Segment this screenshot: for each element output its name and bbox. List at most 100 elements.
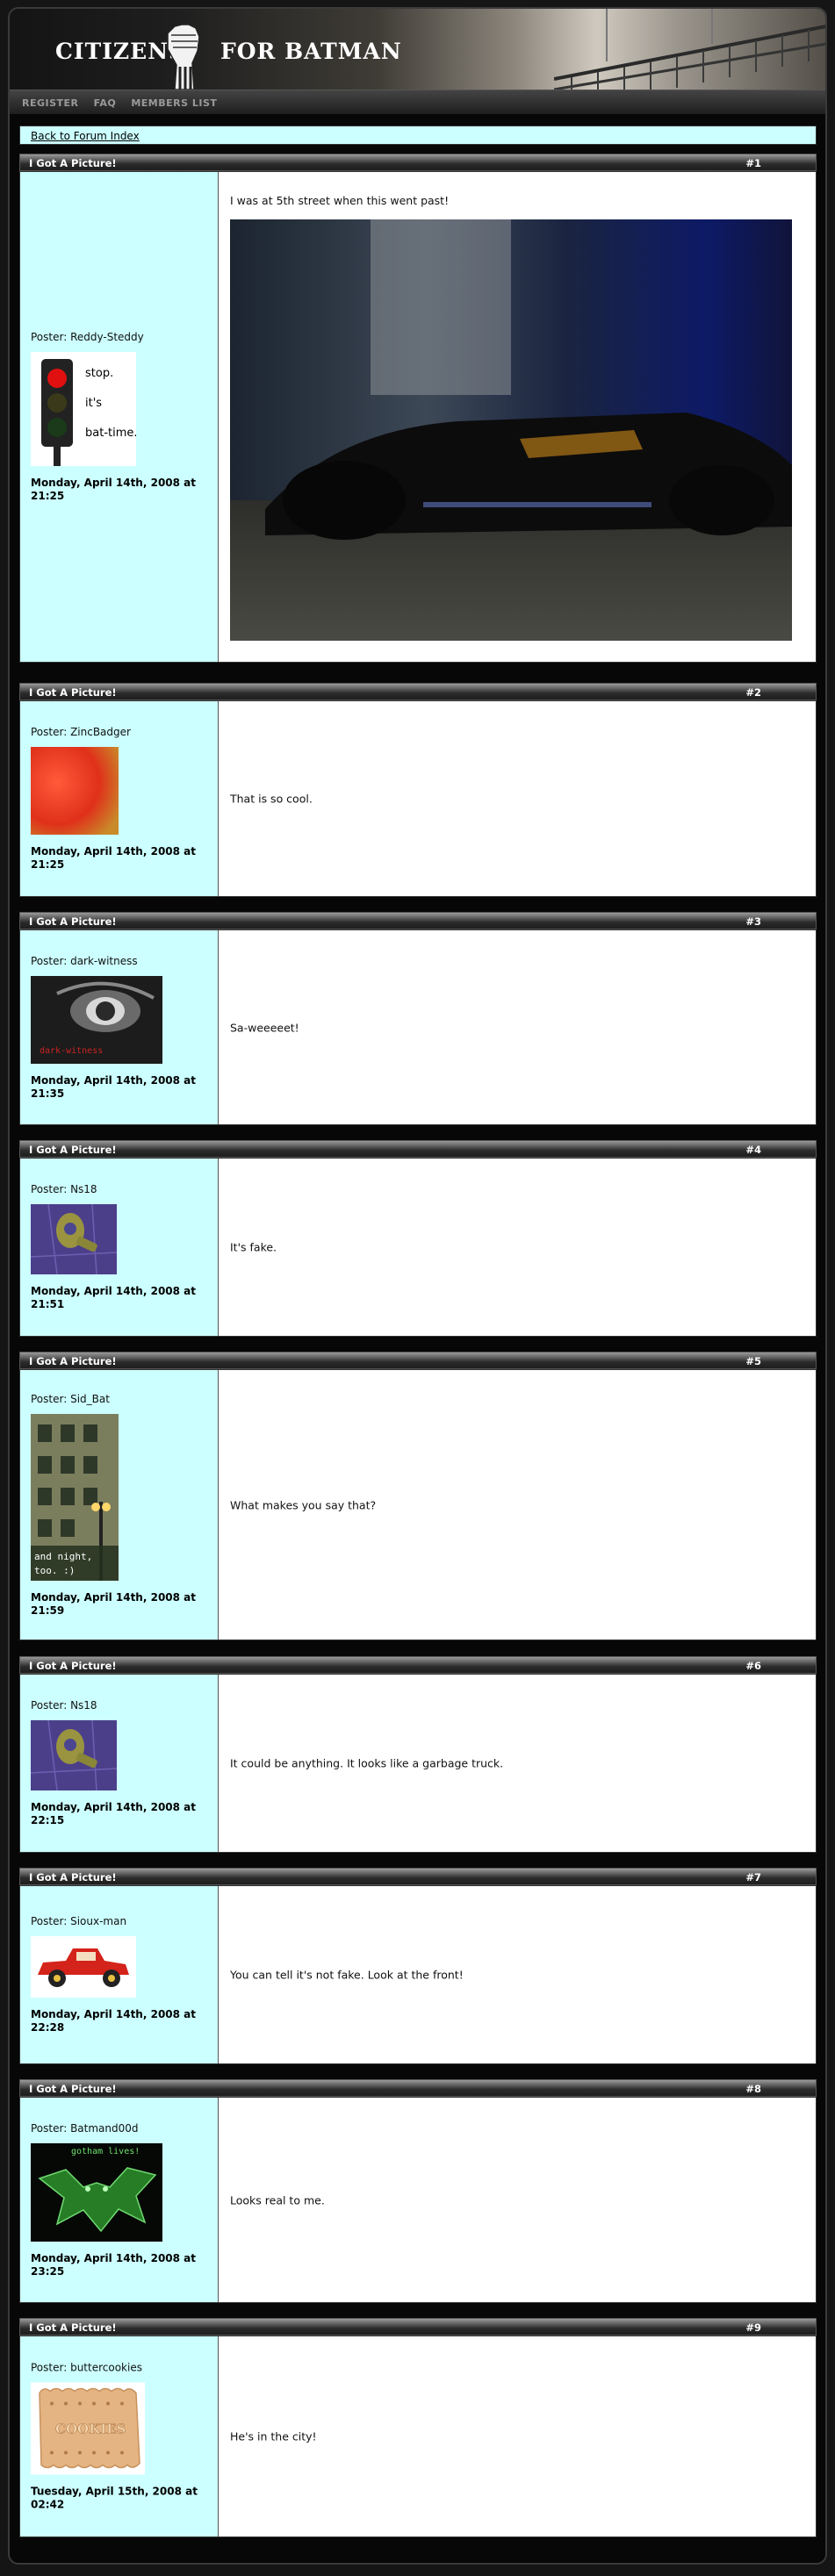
post-title: I Got A Picture! [29, 1660, 117, 1672]
post-message: That is so cool. [230, 792, 313, 806]
post-body: Poster: ZincBadger Monday, April 14th, 2… [19, 700, 817, 897]
post-date: Monday, April 14th, 2008 at 21:25 [31, 477, 196, 502]
red-abstract-avatar [31, 747, 119, 835]
post-message: What makes you say that? [230, 1498, 377, 1511]
post-title: I Got A Picture! [29, 1355, 117, 1367]
post-header: I Got A Picture! #4 [19, 1140, 817, 1158]
nav-faq-link[interactable]: FAQ [94, 97, 117, 109]
cookie-biscuit-avatar: COOKIES [31, 2382, 145, 2475]
traffic-light-avatar: stop. it's bat-time. [31, 352, 136, 466]
post-message-area: That is so cool. [219, 701, 816, 896]
post-number: #3 [745, 915, 761, 928]
post-body: Poster: Ns18 Monday, April 14th, 2008 at… [19, 1674, 817, 1853]
nav-register-link[interactable]: REGISTER [22, 97, 79, 109]
post-author-panel: Poster: dark-witness dark-witness Monday… [20, 930, 219, 1124]
red-hotrod-avatar [31, 1936, 136, 1998]
site-banner: CITIZENS FOR BATMAN [10, 9, 825, 90]
dark-eye-avatar: dark-witness [31, 975, 162, 1064]
avatar-caption: too. :) [34, 1565, 75, 1576]
post-header: I Got A Picture! #3 [19, 912, 817, 929]
avatar-caption: COOKIES [55, 2422, 126, 2437]
post-number: #1 [745, 157, 761, 169]
forum-post: I Got A Picture! #4 Poster: Ns18 Monday,… [19, 1140, 817, 1337]
poster-name: Poster: Ns18 [31, 1699, 97, 1711]
purple-gadget-avatar [31, 1720, 117, 1790]
page: CITIZENS FOR BATMAN REGISTER FAQ MEMBERS… [0, 0, 835, 2576]
post-body: Poster: Reddy-Steddy stop. it's bat-time… [19, 171, 817, 663]
post-author-panel: Poster: Reddy-Steddy stop. it's bat-time… [20, 172, 219, 662]
post-message-area: Looks real to me. [219, 2098, 816, 2302]
forum-post: I Got A Picture! #6 Poster: Ns18 Monday,… [19, 1656, 817, 1853]
post-message-area: It could be anything. It looks like a ga… [219, 1675, 816, 1852]
forum-post: I Got A Picture! #1 Poster: Reddy-Steddy… [19, 154, 817, 663]
post-author-panel: Poster: Ns18 Monday, April 14th, 2008 at… [20, 1675, 219, 1852]
forum-post: I Got A Picture! #5 Poster: Sid_Bat and … [19, 1352, 817, 1640]
post-header: I Got A Picture! #7 [19, 1868, 817, 1885]
post-date: Monday, April 14th, 2008 at 22:28 [31, 2008, 196, 2034]
post-date: Monday, April 14th, 2008 at 23:25 [31, 2251, 196, 2278]
poster-name: Poster: Sid_Bat [31, 1392, 110, 1405]
post-number: #6 [745, 1660, 761, 1672]
post-message-area: You can tell it's not fake. Look at the … [219, 1886, 816, 2063]
post-message: You can tell it's not fake. Look at the … [230, 1968, 464, 1982]
avatar-caption: dark-witness [40, 1046, 103, 1056]
post-message-area: It's fake. [219, 1159, 816, 1336]
purple-gadget-avatar [31, 1204, 117, 1274]
post-message: Looks real to me. [230, 2193, 325, 2206]
post-author-panel: Poster: Ns18 Monday, April 14th, 2008 at… [20, 1159, 219, 1336]
city-building-avatar: and night, too. :) [31, 1413, 119, 1581]
back-to-forum-index-link[interactable]: Back to Forum Index [31, 130, 140, 142]
forum-post: I Got A Picture! #9 Poster: buttercookie… [19, 2318, 817, 2537]
post-body: Poster: Sid_Bat and night, too.:) Monda… [19, 1369, 817, 1640]
post-header: I Got A Picture! #6 [19, 1656, 817, 1674]
post-message-area: Sa-weeeeet! [219, 930, 816, 1124]
post-title: I Got A Picture! [29, 2083, 117, 2095]
post-message: It could be anything. It looks like a ga… [230, 1756, 504, 1770]
avatar-caption: bat-time. [85, 427, 136, 440]
post-number: #4 [745, 1144, 761, 1156]
post-date: Monday, April 14th, 2008 at 21:35 [31, 1073, 196, 1100]
forum-post: I Got A Picture! #3 Poster: dark-witness… [19, 912, 817, 1125]
post-date: Monday, April 14th, 2008 at 21:51 [31, 1285, 196, 1310]
forum-post: I Got A Picture! #2 Poster: ZincBadger M… [19, 683, 817, 897]
forum-post: I Got A Picture! #8 Poster: Batmand00d g… [19, 2079, 817, 2303]
post-title: I Got A Picture! [29, 2321, 117, 2334]
poster-name: Poster: Reddy-Steddy [31, 331, 144, 343]
green-bat-avatar: gotham lives! [31, 2142, 162, 2242]
post-body: Poster: dark-witness dark-witness Monday… [19, 929, 817, 1125]
post-message-area: What makes you say that? [219, 1370, 816, 1640]
poster-name: Poster: Sioux-man [31, 1915, 127, 1927]
poster-name: Poster: Batmand00d [31, 2121, 139, 2135]
post-author-panel: Poster: Batmand00d gotham lives! Monday,… [20, 2098, 219, 2302]
forum-post: I Got A Picture! #7 Poster: Sioux-man Mo… [19, 1868, 817, 2064]
avatar-caption: stop. [85, 367, 113, 380]
post-body: Poster: buttercookies COOKIES Tuesday, A… [19, 2336, 817, 2537]
post-message-area: I was at 5th street when this went past! [219, 172, 816, 662]
nav-members-list-link[interactable]: MEMBERS LIST [131, 97, 217, 109]
post-title: I Got A Picture! [29, 1871, 117, 1884]
avatar-caption: gotham lives! [71, 2147, 140, 2156]
post-body: Poster: Ns18 Monday, April 14th, 2008 at… [19, 1158, 817, 1337]
post-message: Sa-weeeeet! [230, 1021, 299, 1034]
rooftop-railing-icon [554, 9, 825, 90]
post-message: It's fake. [230, 1240, 277, 1254]
poster-name: Poster: dark-witness [31, 954, 138, 967]
post-number: #8 [745, 2083, 761, 2095]
post-message-area: He's in the city! [219, 2336, 816, 2537]
poster-name: Poster: Ns18 [31, 1183, 97, 1195]
post-header: I Got A Picture! #5 [19, 1352, 817, 1369]
back-link-bar: Back to Forum Index [19, 126, 817, 145]
post-title: I Got A Picture! [29, 686, 117, 699]
post-body: Poster: Sioux-man Monday, April 14th, 20… [19, 1885, 817, 2064]
post-title: I Got A Picture! [29, 157, 117, 169]
poster-name: Poster: ZincBadger [31, 726, 131, 738]
post-author-panel: Poster: buttercookies COOKIES Tuesday, A… [20, 2336, 219, 2537]
post-message: He's in the city! [230, 2429, 317, 2443]
post-date: Monday, April 14th, 2008 at 22:15 [31, 1801, 196, 1826]
post-number: #9 [745, 2321, 761, 2334]
post-message: I was at 5th street when this went past! [230, 194, 450, 207]
post-author-panel: Poster: Sioux-man Monday, April 14th, 20… [20, 1886, 219, 2063]
post-body: Poster: Batmand00d gotham lives! Monday,… [19, 2097, 817, 2303]
post-number: #5 [745, 1355, 761, 1367]
post-header: I Got A Picture! #8 [19, 2079, 817, 2097]
